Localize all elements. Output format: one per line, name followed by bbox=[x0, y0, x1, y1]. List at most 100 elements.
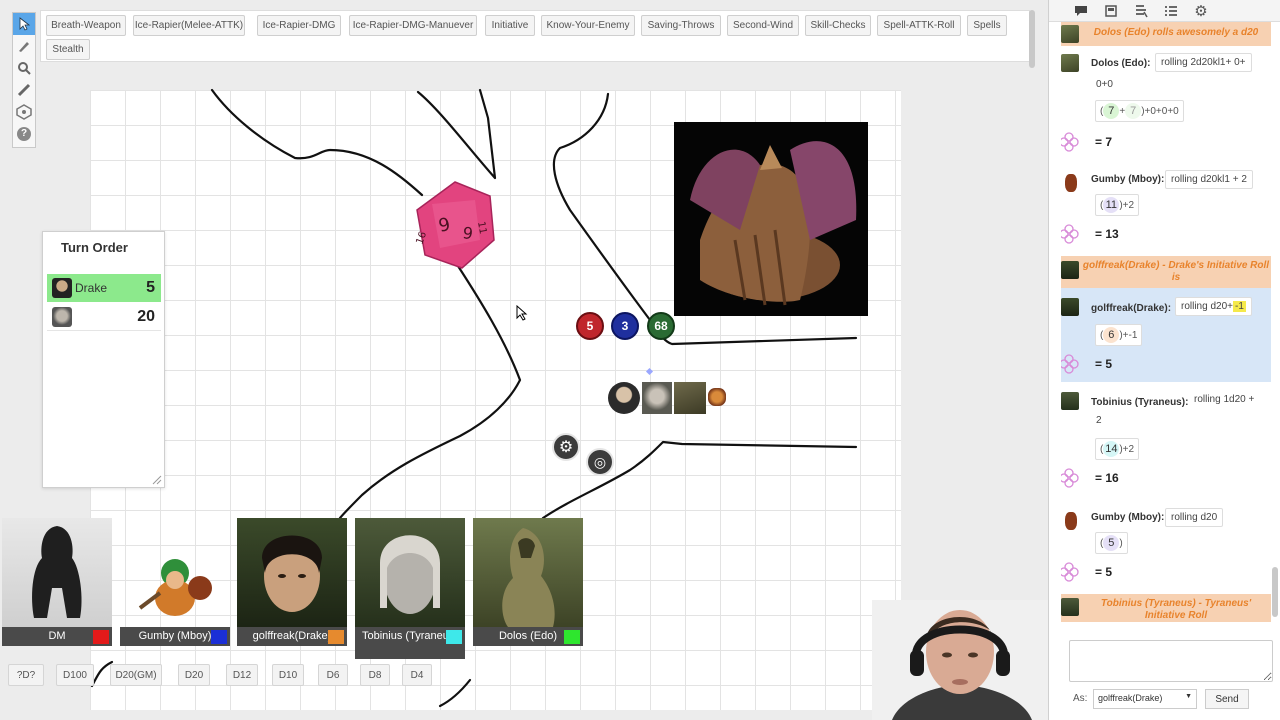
drawn-line bbox=[338, 264, 522, 520]
token-badge-red[interactable]: 5 bbox=[576, 312, 604, 340]
avatar bbox=[1061, 392, 1079, 410]
player-card-gumby[interactable]: Gumby (Mboy) bbox=[120, 518, 230, 646]
brush-icon[interactable] bbox=[13, 35, 35, 57]
dice-button[interactable]: D10 bbox=[272, 664, 304, 686]
chat-roll-message: Gumby (Mboy): rolling d20 (5) = 5 bbox=[1061, 508, 1271, 594]
roll-formula: rolling 1d20 + bbox=[1189, 391, 1260, 408]
resize-handle-icon[interactable] bbox=[152, 475, 162, 485]
player-card-tobinius[interactable]: Tobinius (Tyraneus) bbox=[355, 518, 465, 659]
player-card-golffreak[interactable]: golffreak(Drake) bbox=[237, 518, 347, 646]
message-author: golffreak(Drake): bbox=[1091, 303, 1172, 314]
journal-icon[interactable] bbox=[1101, 1, 1121, 21]
drake-token[interactable] bbox=[608, 382, 640, 414]
chat-log[interactable]: Dolos (Edo) rolls awesomely a d20 Dolos … bbox=[1061, 22, 1271, 622]
emote-text: Dolos (Edo) rolls awesomely a d20 bbox=[1093, 27, 1259, 38]
player-card-dolos[interactable]: Dolos (Edo) bbox=[473, 518, 583, 646]
avatar bbox=[1061, 54, 1079, 72]
macro-button[interactable]: Spells bbox=[967, 15, 1007, 36]
die-result: 7 bbox=[1125, 103, 1142, 119]
chat-roll-message: Tobinius (Tyraneus): rolling 1d20 + 2 (1… bbox=[1061, 386, 1271, 510]
compendium-icon[interactable] bbox=[1131, 1, 1151, 21]
roll-modifier: )+2 bbox=[1119, 444, 1135, 455]
macro-button[interactable]: Ice-Rapier(Melee-ATTK) bbox=[133, 15, 245, 36]
token-badge-green[interactable]: 68 bbox=[647, 312, 675, 340]
settings-icon[interactable]: ⚙ bbox=[1191, 1, 1211, 21]
roll-modifier: ) bbox=[1119, 538, 1123, 549]
turn-initiative[interactable]: 5 bbox=[146, 279, 155, 297]
gear-icon[interactable]: ⚙ bbox=[552, 433, 580, 461]
turn-row[interactable]: 20 bbox=[47, 303, 161, 331]
macro-button[interactable]: Ice-Rapier-DMG-Manuever bbox=[349, 15, 477, 36]
dice-flower-icon bbox=[1061, 354, 1079, 374]
list-icon[interactable] bbox=[1161, 1, 1181, 21]
dice-flower-icon bbox=[1061, 132, 1079, 152]
roll-modifier: )+2 bbox=[1119, 200, 1135, 211]
turn-name: Drake bbox=[75, 281, 108, 295]
dice-flower-icon bbox=[1061, 224, 1079, 244]
macro-button[interactable]: Spell-ATTK-Roll bbox=[877, 15, 961, 36]
turn-order-panel[interactable]: Turn Order Drake 5 20 bbox=[42, 231, 165, 488]
dolos-token[interactable] bbox=[674, 382, 706, 414]
player-color-swatch[interactable] bbox=[211, 630, 227, 644]
avatar bbox=[1061, 598, 1079, 616]
turn-row[interactable]: Drake 5 bbox=[47, 274, 161, 302]
avatar bbox=[120, 518, 230, 627]
macro-button[interactable]: Breath-Weapon bbox=[46, 15, 126, 36]
roll-modifier: )+0+0+0 bbox=[1141, 106, 1179, 117]
emote-text: Tobinius (Tyraneus) - Tyraneus' Initiati… bbox=[1100, 598, 1252, 621]
mouse-cursor-icon bbox=[516, 305, 528, 321]
chat-icon[interactable] bbox=[1071, 1, 1091, 21]
roll-detail: (14)+2 bbox=[1095, 438, 1140, 460]
chat-scrollbar[interactable] bbox=[1271, 22, 1279, 622]
zoom-icon[interactable] bbox=[13, 57, 35, 79]
macro-button[interactable]: Ice-Rapier-DMG bbox=[257, 15, 341, 36]
avatar bbox=[52, 278, 72, 298]
macro-button[interactable]: Know-Your-Enemy bbox=[541, 15, 635, 36]
chat-roll-message: Dolos (Edo): rolling 2d20kl1+ 0+ 0+0 (7 +… bbox=[1061, 50, 1271, 180]
player-card-dm[interactable]: DM bbox=[2, 518, 112, 646]
ruler-icon[interactable] bbox=[13, 79, 35, 101]
turn-order-title: Turn Order bbox=[61, 240, 128, 255]
help-icon[interactable]: ? bbox=[13, 123, 35, 145]
dice-button[interactable]: D6 bbox=[318, 664, 348, 686]
drawn-line bbox=[416, 88, 497, 180]
gumby-token[interactable] bbox=[708, 388, 726, 406]
die-result: 14 bbox=[1103, 441, 1120, 457]
dice-button[interactable]: D12 bbox=[226, 664, 258, 686]
dice-button[interactable]: ?D? bbox=[8, 664, 44, 686]
macro-button[interactable]: Skill-Checks bbox=[805, 15, 871, 36]
dice-button[interactable]: D20 bbox=[178, 664, 210, 686]
dice-icon[interactable] bbox=[13, 101, 35, 123]
roll-total: = 5 bbox=[1091, 564, 1117, 580]
emote-text: golffreak(Drake) - Drake's Initiative Ro… bbox=[1082, 260, 1270, 283]
player-color-swatch[interactable] bbox=[93, 630, 109, 644]
target-icon[interactable]: ◎ bbox=[586, 448, 614, 476]
macro-button[interactable]: Second-Wind bbox=[727, 15, 799, 36]
token-badge-blue[interactable]: 3 bbox=[611, 312, 639, 340]
send-button[interactable]: Send bbox=[1205, 689, 1249, 709]
chat-input[interactable] bbox=[1069, 640, 1273, 682]
chat-roll-message: golffreak(Drake): rolling d20+ -1 (6)+-1 … bbox=[1061, 288, 1271, 382]
roll-modifier-highlight: -1 bbox=[1232, 301, 1246, 312]
player-color-swatch[interactable] bbox=[564, 630, 580, 644]
tobinius-token[interactable] bbox=[642, 382, 672, 414]
select-icon[interactable] bbox=[13, 13, 35, 35]
dice-button[interactable]: D4 bbox=[402, 664, 432, 686]
roll-formula-text: rolling d20+ bbox=[1181, 301, 1233, 312]
roll-formula: rolling d20+ -1 bbox=[1175, 297, 1252, 316]
macro-scrollbar[interactable] bbox=[1027, 10, 1037, 78]
macro-button[interactable]: Stealth bbox=[46, 39, 90, 60]
macro-bar: Breath-Weapon Ice-Rapier(Melee-ATTK) Ice… bbox=[40, 10, 1030, 62]
macro-button[interactable]: Initiative bbox=[485, 15, 535, 36]
dice-button[interactable]: D20(GM) bbox=[110, 664, 162, 686]
turn-initiative[interactable]: 20 bbox=[137, 308, 155, 326]
dice-button[interactable]: D100 bbox=[56, 664, 94, 686]
player-color-swatch[interactable] bbox=[328, 630, 344, 644]
dice-button[interactable]: D8 bbox=[360, 664, 390, 686]
player-color-swatch[interactable] bbox=[446, 630, 462, 644]
macro-button[interactable]: Saving-Throws bbox=[641, 15, 721, 36]
speaking-as-select[interactable]: golffreak(Drake) ▼ bbox=[1093, 689, 1197, 709]
message-author: Gumby (Mboy): bbox=[1091, 512, 1165, 523]
speaking-as-value: golffreak(Drake) bbox=[1098, 693, 1163, 703]
roll-formula: rolling d20 bbox=[1165, 508, 1224, 527]
